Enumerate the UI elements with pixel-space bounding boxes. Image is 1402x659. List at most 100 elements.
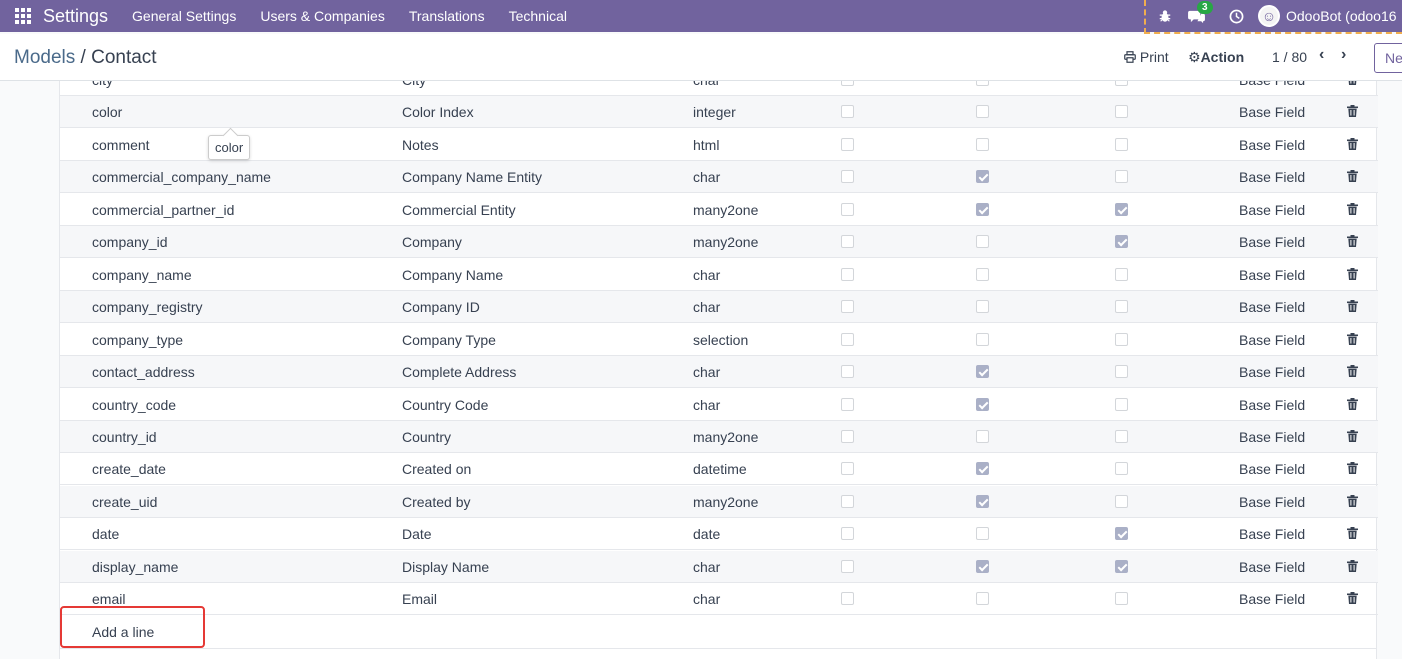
indexed-checkbox[interactable] (1115, 300, 1128, 314)
field-label-cell[interactable]: Company Name Entity (402, 169, 542, 185)
required-checkbox[interactable] (841, 81, 854, 86)
field-label-cell[interactable]: Date (402, 526, 432, 542)
field-type-cell[interactable]: html (693, 137, 719, 153)
field-label-cell[interactable]: Commercial Entity (402, 202, 516, 218)
indexed-checkbox[interactable] (1115, 462, 1128, 476)
field-label-cell[interactable]: Display Name (402, 559, 489, 575)
required-checkbox[interactable] (841, 170, 854, 184)
field-name-cell[interactable]: company_registry (92, 299, 203, 315)
required-checkbox[interactable] (841, 235, 854, 249)
indexed-checkbox[interactable] (1115, 527, 1128, 541)
new-button[interactable]: Ne (1374, 43, 1402, 73)
table-row[interactable]: color Color Index integer Base Field (60, 96, 1378, 129)
delete-row-trash-icon[interactable] (1347, 234, 1358, 248)
readonly-checkbox[interactable] (976, 592, 989, 606)
delete-row-trash-icon[interactable] (1347, 202, 1358, 215)
readonly-checkbox[interactable] (976, 527, 989, 541)
readonly-checkbox[interactable] (976, 267, 989, 281)
required-checkbox[interactable] (841, 202, 854, 216)
field-label-cell[interactable]: Email (402, 591, 437, 607)
required-checkbox[interactable] (841, 267, 854, 281)
required-checkbox[interactable] (841, 592, 854, 606)
menu-translations[interactable]: Translations (409, 8, 485, 24)
field-label-cell[interactable]: Created by (402, 494, 470, 510)
field-type-cell[interactable]: char (693, 591, 720, 607)
table-row[interactable]: display_name Display Name char Base Field (60, 550, 1378, 583)
required-checkbox[interactable] (841, 365, 854, 379)
field-name-cell[interactable]: country_id (92, 429, 157, 445)
field-label-cell[interactable]: Notes (402, 137, 439, 153)
delete-row-trash-icon[interactable] (1347, 267, 1358, 280)
indexed-checkbox[interactable] (1115, 429, 1128, 443)
field-type-cell[interactable]: many2one (693, 429, 758, 445)
field-type-cell[interactable]: char (693, 267, 720, 283)
readonly-checkbox[interactable] (976, 332, 989, 346)
print-button[interactable]: Print (1124, 49, 1169, 65)
table-row[interactable]: company_type Company Type selection Base Fi… (60, 324, 1378, 356)
field-type-cell[interactable]: char (693, 364, 720, 380)
field-type-cell[interactable]: many2one (693, 494, 758, 510)
field-label-cell[interactable]: Color Index (402, 104, 474, 120)
delete-row-trash-icon[interactable] (1347, 429, 1358, 442)
indexed-checkbox[interactable] (1115, 81, 1128, 86)
field-type-cell[interactable]: char (693, 81, 720, 88)
field-name-cell[interactable]: create_date (92, 461, 166, 477)
readonly-checkbox[interactable] (976, 235, 989, 249)
pager-value[interactable]: 1 / 80 (1272, 49, 1307, 65)
activity-clock-icon[interactable] (1229, 9, 1244, 24)
required-checkbox[interactable] (841, 559, 854, 573)
required-checkbox[interactable] (841, 300, 854, 314)
delete-row-trash-icon[interactable] (1347, 526, 1358, 540)
field-label-cell[interactable]: Created on (402, 461, 471, 477)
breadcrumb-models-link[interactable]: Models (14, 47, 75, 68)
field-name-cell[interactable]: commercial_partner_id (92, 202, 234, 218)
required-checkbox[interactable] (841, 105, 854, 119)
delete-row-trash-icon[interactable] (1347, 169, 1358, 183)
field-label-cell[interactable]: Company Name (402, 267, 503, 283)
field-type-cell[interactable]: selection (693, 332, 748, 348)
field-name-cell[interactable]: company_type (92, 332, 183, 348)
readonly-checkbox[interactable] (976, 365, 989, 379)
table-row[interactable]: company_id Company many2one Base Field (60, 226, 1378, 259)
field-type-cell[interactable]: char (693, 169, 720, 185)
delete-row-trash-icon[interactable] (1347, 397, 1358, 410)
field-type-cell[interactable]: datetime (693, 461, 747, 477)
table-row[interactable]: contact_address Complete Address char Base … (60, 356, 1378, 389)
required-checkbox[interactable] (841, 137, 854, 151)
apps-menu-icon[interactable] (15, 8, 31, 24)
field-label-cell[interactable]: Complete Address (402, 364, 516, 380)
required-checkbox[interactable] (841, 462, 854, 476)
indexed-checkbox[interactable] (1115, 332, 1128, 346)
field-name-cell[interactable]: color (92, 104, 122, 120)
app-brand[interactable]: Settings (43, 6, 108, 27)
menu-users-companies[interactable]: Users & Companies (260, 8, 385, 24)
field-label-cell[interactable]: Company ID (402, 299, 480, 315)
field-name-cell[interactable]: country_code (92, 397, 176, 413)
readonly-checkbox[interactable] (976, 81, 989, 86)
indexed-checkbox[interactable] (1115, 267, 1128, 281)
indexed-checkbox[interactable] (1115, 170, 1128, 184)
delete-row-trash-icon[interactable] (1347, 299, 1358, 313)
indexed-checkbox[interactable] (1115, 494, 1128, 508)
indexed-checkbox[interactable] (1115, 202, 1128, 216)
required-checkbox[interactable] (841, 527, 854, 541)
field-type-cell[interactable]: char (693, 559, 720, 575)
field-label-cell[interactable]: Country Code (402, 397, 488, 413)
field-label-cell[interactable]: Country (402, 429, 451, 445)
field-type-cell[interactable]: many2one (693, 202, 758, 218)
required-checkbox[interactable] (841, 494, 854, 508)
delete-row-trash-icon[interactable] (1347, 364, 1358, 378)
readonly-checkbox[interactable] (976, 300, 989, 314)
field-name-cell[interactable]: email (92, 591, 125, 607)
table-row[interactable]: email Email char Base Field (60, 583, 1378, 616)
table-row[interactable]: comment Notes html Base Field (60, 129, 1378, 161)
field-name-cell[interactable]: contact_address (92, 364, 195, 380)
table-row[interactable]: commercial_partner_id Commercial Entity ma… (60, 194, 1378, 226)
field-label-cell[interactable]: Company Type (402, 332, 496, 348)
field-name-cell[interactable]: company_name (92, 267, 192, 283)
field-name-cell[interactable]: create_uid (92, 494, 157, 510)
indexed-checkbox[interactable] (1115, 592, 1128, 606)
indexed-checkbox[interactable] (1115, 365, 1128, 379)
delete-row-trash-icon[interactable] (1347, 591, 1358, 605)
readonly-checkbox[interactable] (976, 559, 989, 573)
